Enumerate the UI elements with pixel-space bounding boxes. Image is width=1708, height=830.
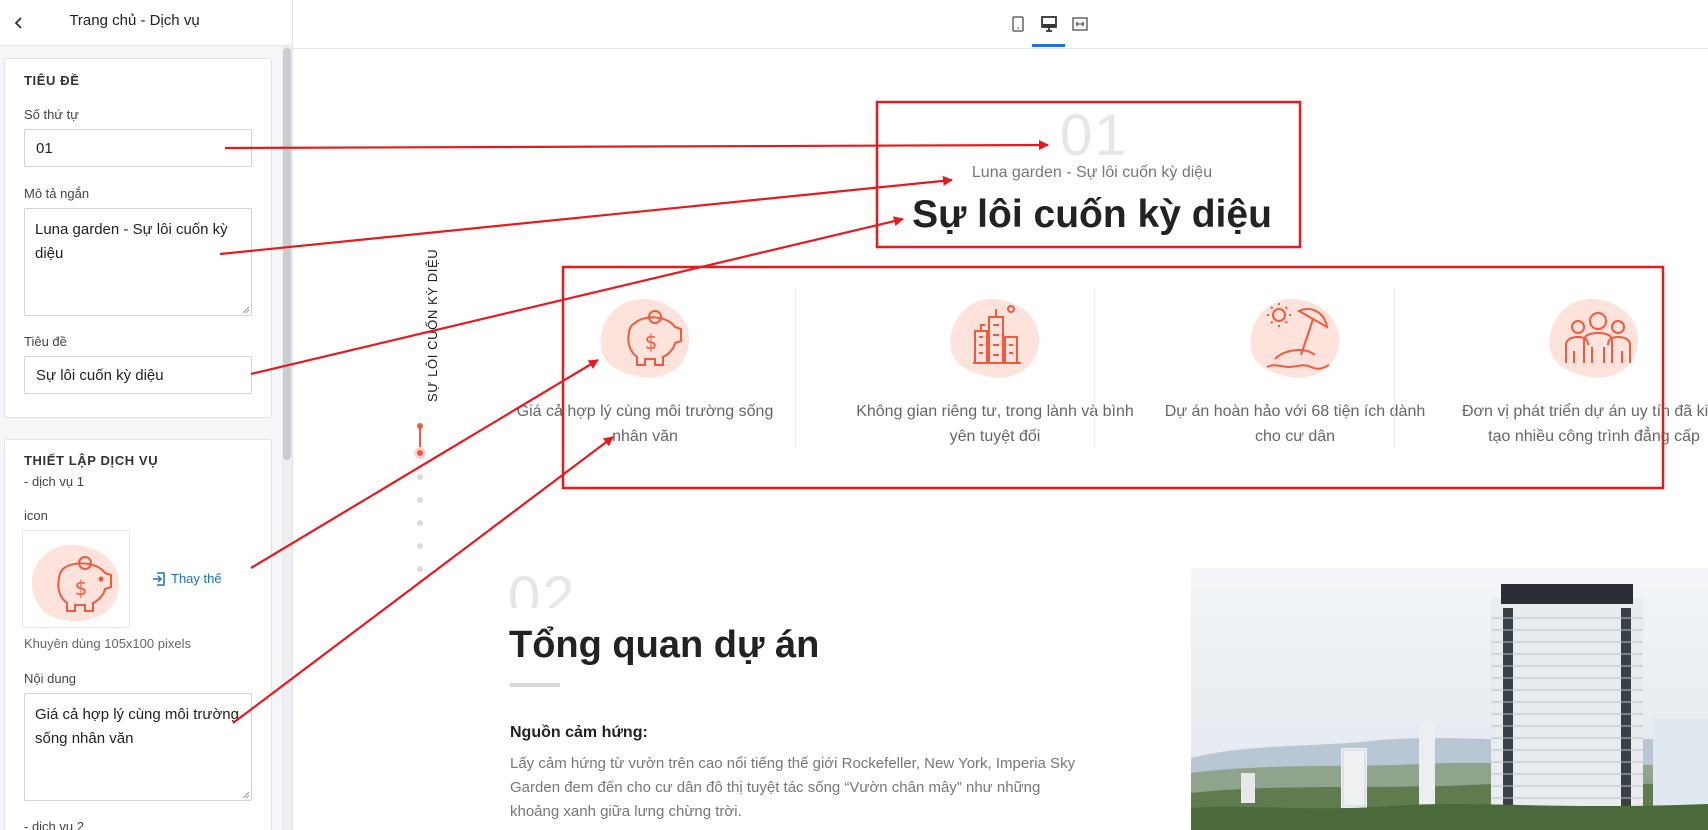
- icon-label: icon: [24, 508, 48, 523]
- replace-icon: [153, 571, 165, 586]
- section-title: Tổng quan dự án: [509, 624, 820, 666]
- service-divider: [795, 288, 796, 448]
- service-1-label: - dịch vụ 1: [24, 474, 84, 489]
- service-2-label: - dịch vụ 2: [24, 819, 84, 830]
- fullwidth-icon: [1072, 17, 1088, 31]
- order-input[interactable]: 01: [24, 129, 252, 167]
- fullwidth-view-button[interactable]: [1068, 12, 1092, 36]
- service-divider: [1394, 288, 1395, 448]
- services-settings-card: THIẾT LẬP DỊCH VỤ - dịch vụ 1 icon Nội d…: [4, 439, 272, 830]
- title-label: Tiêu đề: [24, 334, 67, 349]
- short-desc-textarea[interactable]: Luna garden - Sự lôi cuốn kỳ diệu: [24, 208, 252, 316]
- nav-dot[interactable]: [417, 566, 423, 572]
- piggy-bank-icon: $: [31, 544, 120, 622]
- app-root: Trang chủ - Dịch vụ TIÊU ĐỀ Số thứ tự 01…: [0, 0, 1708, 830]
- section-number: 01: [1060, 103, 1129, 168]
- service-text: Giá cả hợp lý cùng môi trường sống nhân …: [516, 403, 774, 445]
- svg-text:$: $: [645, 330, 658, 354]
- service-card: Không gian riêng tư, trong lành và bình …: [845, 287, 1145, 449]
- sidebar-scrollbar[interactable]: [283, 48, 291, 460]
- nav-dot-active[interactable]: [414, 447, 426, 459]
- side-vertical-label: SỰ LÔI CUỐN KỲ DIỆU: [425, 248, 440, 402]
- service-divider: [1094, 288, 1095, 448]
- resize-grip-icon[interactable]: [241, 790, 250, 799]
- sidebar-title: Trang chủ - Dịch vụ: [69, 12, 200, 29]
- preview-toolbar: [293, 0, 1708, 49]
- piggy-bank-icon: $: [600, 298, 690, 378]
- service-card: Dự án hoàn hảo với 68 tiện ích dành cho …: [1145, 287, 1445, 449]
- people-group-icon: [1549, 298, 1639, 378]
- section-number: 02: [508, 568, 577, 608]
- service-content-value: Giá cả hợp lý cùng môi trường sống nhân …: [35, 706, 239, 747]
- nav-dot[interactable]: [417, 497, 423, 503]
- desktop-view-button[interactable]: [1037, 12, 1061, 36]
- resize-grip-icon[interactable]: [241, 305, 250, 314]
- short-desc-value: Luna garden - Sự lôi cuốn kỳ diệu: [35, 221, 228, 262]
- inspiration-heading: Nguồn cảm hứng:: [510, 724, 648, 741]
- mobile-icon: [1012, 16, 1024, 32]
- beach-umbrella-icon: [1250, 298, 1340, 378]
- sidebar-header: Trang chủ - Dịch vụ: [0, 0, 292, 46]
- order-label: Số thứ tự: [24, 107, 79, 122]
- inspiration-text: Lấy cảm hứng từ vườn trên cao nổi tiếng …: [510, 755, 1076, 820]
- nav-dot[interactable]: [417, 423, 423, 429]
- nav-dot[interactable]: [417, 474, 423, 480]
- icon-size-hint: Khuyên dùng 105x100 pixels: [24, 636, 191, 651]
- desktop-icon: [1041, 16, 1057, 32]
- service-text: Đơn vị phát triển dự án uy tín đã kiến t…: [1461, 403, 1708, 445]
- nav-dot[interactable]: [417, 543, 423, 549]
- short-desc-label: Mô tả ngắn: [24, 186, 90, 201]
- mobile-view-button[interactable]: [1006, 12, 1030, 36]
- title-input[interactable]: Sự lôi cuốn kỳ diệu: [24, 356, 252, 394]
- nav-dot[interactable]: [417, 520, 423, 526]
- service-icon-preview: $: [22, 530, 130, 628]
- section-title: Sự lôi cuốn kỳ diệu: [912, 193, 1272, 236]
- card-heading: TIÊU ĐỀ: [24, 73, 80, 88]
- project-photo: [1191, 568, 1708, 830]
- replace-icon-button[interactable]: Thay thế: [152, 571, 222, 586]
- replace-label: Thay thế: [171, 571, 222, 586]
- content-label: Nội dung: [24, 671, 77, 686]
- service-text: Dự án hoàn hảo với 68 tiện ích dành cho …: [1164, 403, 1426, 445]
- services-heading: THIẾT LẬP DỊCH VỤ: [24, 453, 159, 468]
- svg-text:$: $: [75, 576, 88, 600]
- active-view-indicator: [1032, 44, 1065, 47]
- title-underline: [510, 683, 560, 687]
- city-buildings-icon: [950, 298, 1040, 378]
- service-content-textarea[interactable]: Giá cả hợp lý cùng môi trường sống nhân …: [24, 693, 252, 801]
- section-short-desc: Luna garden - Sự lôi cuốn kỳ diệu: [971, 164, 1213, 181]
- title-settings-card: TIÊU ĐỀ Số thứ tự 01 Mô tả ngắn Luna gar…: [4, 58, 272, 418]
- service-text: Không gian riêng tư, trong lành và bình …: [856, 403, 1134, 445]
- service-card: Đơn vị phát triển dự án uy tín đã kiến t…: [1444, 287, 1708, 449]
- editor-sidebar: Trang chủ - Dịch vụ TIÊU ĐỀ Số thứ tự 01…: [0, 0, 293, 830]
- service-card: $ Giá cả hợp lý cùng môi trường sống nhâ…: [495, 287, 795, 449]
